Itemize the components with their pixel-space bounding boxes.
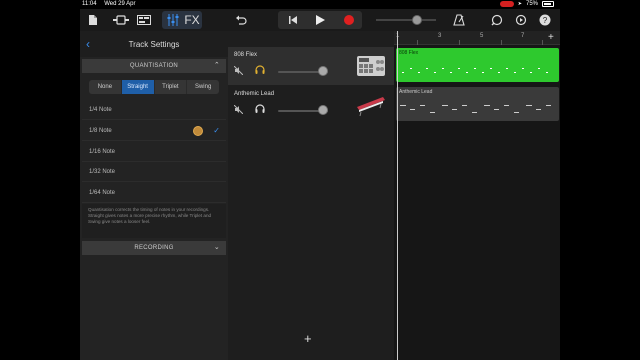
region-808-flex[interactable]: 808 Flex (396, 48, 559, 82)
track-headers: 808 Flex Anthemic Lead + (228, 31, 394, 360)
ruler-tick (542, 40, 543, 45)
status-left: 11:04 Wed 29 Apr (82, 1, 142, 7)
region-notes (400, 105, 551, 113)
status-time: 11:04 (82, 1, 97, 7)
track-name: Anthemic Lead (234, 91, 275, 97)
track-header-anthemic-lead[interactable]: Anthemic Lead (228, 86, 394, 124)
bar-number: 3 (438, 33, 442, 39)
ruler[interactable]: 1 3 5 7 + (394, 31, 560, 45)
region-label: 808 Flex (399, 50, 419, 56)
add-track-icon[interactable]: + (304, 331, 312, 346)
chevron-up-icon: ⌃ (213, 62, 220, 69)
segment-triplet[interactable]: Triplet (155, 80, 188, 94)
mute-icon[interactable] (233, 65, 244, 77)
loop-icon[interactable] (514, 12, 528, 28)
play-icon[interactable] (313, 12, 327, 28)
svg-text:?: ? (543, 16, 548, 25)
recording-indicator-icon (499, 1, 514, 7)
note-option-label: 1/16 Note (89, 149, 116, 155)
master-volume-slider[interactable] (376, 15, 436, 25)
status-right: ➤ 75% (499, 1, 554, 7)
panel-title: Track Settings (128, 40, 180, 49)
checkmark-icon: ✓ (213, 126, 220, 135)
drum-machine-icon (356, 54, 386, 78)
region-notes (402, 68, 548, 73)
segment-swing[interactable]: Swing (187, 80, 219, 94)
track-volume-knob[interactable] (318, 66, 328, 76)
undo-icon[interactable] (234, 12, 248, 28)
mute-icon[interactable] (233, 104, 244, 116)
segment-none[interactable]: None (89, 80, 122, 94)
metronome-icon[interactable] (452, 12, 466, 28)
mixer-icon[interactable] (166, 12, 180, 28)
playhead[interactable] (397, 31, 398, 360)
go-to-start-icon[interactable] (286, 12, 300, 28)
master-volume-knob[interactable] (412, 15, 422, 25)
help-icon[interactable]: ? (538, 12, 552, 28)
quantisation-description: Quantisation corrects the timing of note… (82, 204, 226, 238)
track-header-808-flex[interactable]: 808 Flex (228, 47, 394, 85)
location-icon: ➤ (517, 1, 522, 7)
fx-button[interactable]: FX (184, 12, 200, 28)
bar-number: 5 (480, 33, 484, 39)
note-option-sixty-fourth[interactable]: 1/64 Note (82, 183, 226, 203)
note-option-label: 1/32 Note (89, 169, 116, 175)
region-label: Anthemic Lead (399, 89, 433, 95)
bar-number: 7 (521, 33, 525, 39)
note-option-quarter[interactable]: 1/4 Note (82, 100, 226, 120)
ruler-tick (459, 40, 460, 45)
region-anthemic-lead[interactable]: Anthemic Lead (396, 87, 559, 121)
note-option-label: 1/4 Note (89, 107, 112, 113)
note-option-label: 1/8 Note (89, 128, 112, 134)
note-option-eighth[interactable]: 1/8 Note ✓ (82, 121, 226, 141)
ruler-tick (417, 40, 418, 45)
my-songs-icon[interactable] (86, 12, 100, 28)
browser-icon[interactable] (112, 12, 130, 28)
quantisation-header-label: QUANTISATION (129, 63, 179, 69)
segment-straight[interactable]: Straight (121, 80, 155, 94)
fx-label: FX (184, 13, 200, 27)
chevron-down-icon: ⌄ (213, 244, 220, 251)
recording-section-header[interactable]: RECORDING ⌄ (82, 241, 226, 255)
quantisation-type-segmented-control: None Straight Triplet Swing (89, 80, 219, 94)
note-option-thirty-second[interactable]: 1/32 Note (82, 162, 226, 182)
status-date: Wed 29 Apr (104, 1, 136, 7)
status-bar: 11:04 Wed 29 Apr ➤ 75% (0, 0, 640, 9)
quantisation-section-header[interactable]: QUANTISATION ⌃ (82, 59, 226, 73)
recording-header-label: RECORDING (134, 245, 174, 251)
timeline: 1 3 5 7 + 808 Flex Anthemic Lead (394, 31, 560, 360)
toolbar: FX ? (80, 9, 560, 31)
note-option-sixteenth[interactable]: 1/16 Note (82, 142, 226, 162)
touch-indicator (193, 126, 203, 136)
note-option-label: 1/64 Note (89, 190, 116, 196)
headphones-icon[interactable] (255, 104, 265, 115)
headphones-icon[interactable] (255, 65, 265, 76)
ruler-tick (501, 40, 502, 45)
battery-percent: 75% (525, 1, 538, 7)
settings-icon[interactable] (490, 12, 504, 28)
track-volume-knob[interactable] (318, 105, 328, 115)
tracks-view-icon[interactable] (136, 12, 152, 28)
battery-icon (542, 1, 554, 7)
track-settings-panel: ‹ Track Settings QUANTISATION ⌃ None Str… (80, 31, 228, 360)
keyboard-synth-icon (356, 93, 386, 117)
record-icon[interactable] (342, 12, 356, 28)
panel-header: ‹ Track Settings (80, 31, 228, 57)
track-name: 808 Flex (234, 52, 258, 58)
add-section-icon[interactable]: + (548, 32, 554, 43)
